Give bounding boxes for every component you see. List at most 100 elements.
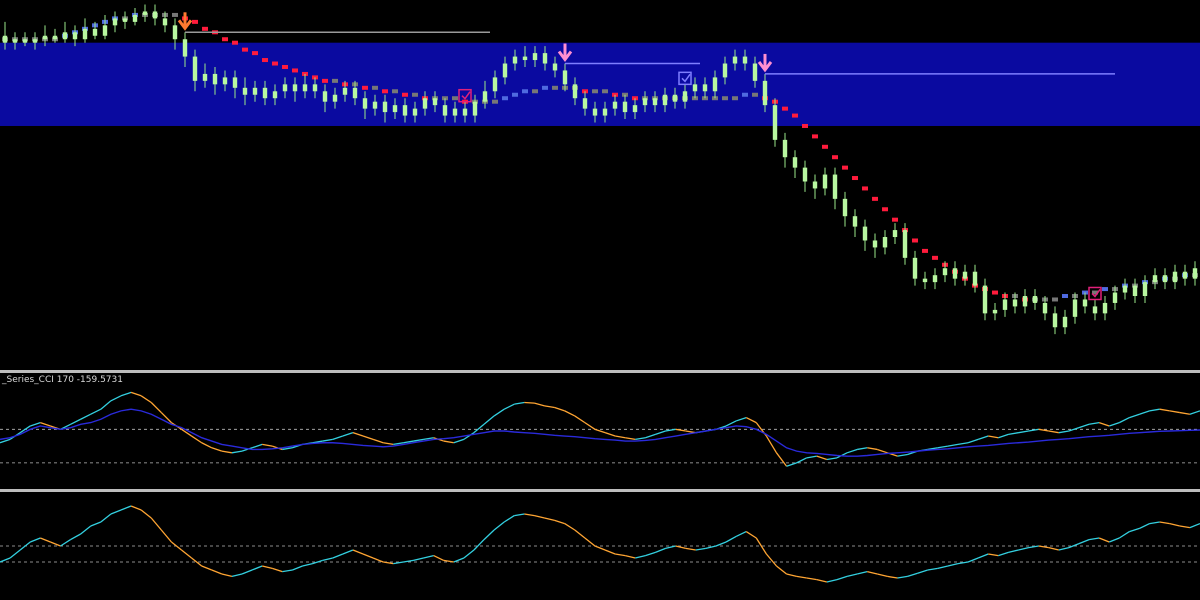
oscillator-pane[interactable] [0,492,1200,600]
oscillator-line-segment [775,452,788,467]
oscillator-chart[interactable] [0,492,1200,600]
candle-body [1072,299,1078,317]
oscillator-line-segment [1119,416,1130,424]
moving-average-dot [992,290,998,295]
oscillator-line-segment [856,570,868,575]
oscillator-line-segment [877,448,888,454]
candle-body [1172,271,1178,283]
candle-body [912,257,918,279]
oscillator-line-segment [1048,430,1059,434]
cci-indicator-label: _Series_CCI 170 -159.5731 [2,375,123,385]
oscillator-line-segment [998,433,1009,439]
candle-body [782,139,788,158]
candle-body [52,35,58,40]
candle-body [222,77,228,85]
moving-average-dot [282,64,288,69]
candle-body [642,98,648,106]
oscillator-line-segment [100,400,112,410]
candle-body [382,101,388,113]
oscillator-line-segment [765,553,777,567]
oscillator-line-segment [927,567,938,571]
oscillator-line-segment [393,561,404,565]
candle-body [742,56,748,64]
candle-body [412,108,418,116]
cci-chart[interactable] [0,373,1200,489]
oscillator-line-segment [534,402,545,407]
moving-average-dot [832,155,838,160]
oscillator-line-segment [1159,521,1170,525]
moving-average-dot [522,89,528,94]
candle-body [482,91,488,102]
oscillator-line-segment [1078,538,1090,545]
moving-average-dot [372,85,378,90]
oscillator-line-segment [1189,410,1200,415]
oscillator-line-segment [403,559,414,563]
candle-body [432,98,438,106]
oscillator-line-segment [433,555,444,561]
oscillator-line-segment [302,562,313,567]
oscillator-line-segment [1118,531,1130,539]
price-chart-pane[interactable] [0,0,1200,370]
oscillator-line-segment [544,405,555,409]
moving-average-dot [242,47,248,52]
oscillator-line-segment [1169,522,1180,527]
candle-body [502,63,508,78]
moving-average-dot [782,106,788,111]
oscillator-line-segment [534,514,545,519]
candle-body [1182,271,1188,279]
candle-body [702,84,708,92]
oscillator-line-segment [806,577,817,581]
price-chart[interactable] [0,0,1200,370]
candle-body [622,101,628,113]
candle-body [1022,296,1028,307]
candle-body [822,174,828,189]
moving-average-dot [822,144,828,149]
oscillator-line-segment [957,442,969,446]
candle-body [732,56,738,64]
moving-average-dot [722,96,728,101]
oscillator-line-segment [1109,421,1120,427]
oscillator-line-segment [554,519,565,525]
candle-body [132,14,138,22]
moving-average-dot [742,92,748,97]
cci-indicator-pane[interactable]: _Series_CCI 170 -159.5731 [0,373,1200,489]
oscillator-line-segment [544,517,555,522]
oscillator-line-segment [524,401,535,404]
candle-body [972,271,978,286]
oscillator-line-segment [1149,521,1160,525]
oscillator-line-segment [564,523,576,531]
oscillator-line-segment [1008,549,1019,554]
candle-body [692,84,698,92]
candle-body [82,28,88,40]
candle-body [152,11,158,19]
moving-average-dot [752,92,758,97]
oscillator-line-segment [443,440,454,444]
oscillator-line-segment [826,578,838,583]
candle-body [992,309,998,314]
candle-body [892,230,898,238]
oscillator-line-segment [383,442,394,446]
candle-body [832,174,838,199]
moving-average-dot [272,61,278,66]
oscillator-line-segment [1098,421,1110,427]
moving-average-dot [1052,297,1058,302]
oscillator-line-segment [574,529,586,539]
oscillator-line-segment [453,557,465,563]
oscillator-line-segment [1139,523,1150,529]
oscillator-line-segment [413,557,424,562]
oscillator-line-segment [806,455,817,459]
candle-body [452,108,458,116]
candle-body [312,84,318,92]
oscillator-line-segment [221,573,233,578]
candle-body [882,237,888,248]
oscillator-line-segment [907,572,918,578]
oscillator-line-segment [655,430,666,435]
price-zone-band [0,42,1200,126]
oscillator-line-segment [564,410,576,417]
moving-average-dot [542,85,548,90]
oscillator-line-segment [120,391,132,397]
oscillator-line-segment [1169,410,1180,414]
candle-body [332,94,338,102]
oscillator-line-segment [988,435,999,439]
oscillator-line-segment [1038,428,1049,432]
